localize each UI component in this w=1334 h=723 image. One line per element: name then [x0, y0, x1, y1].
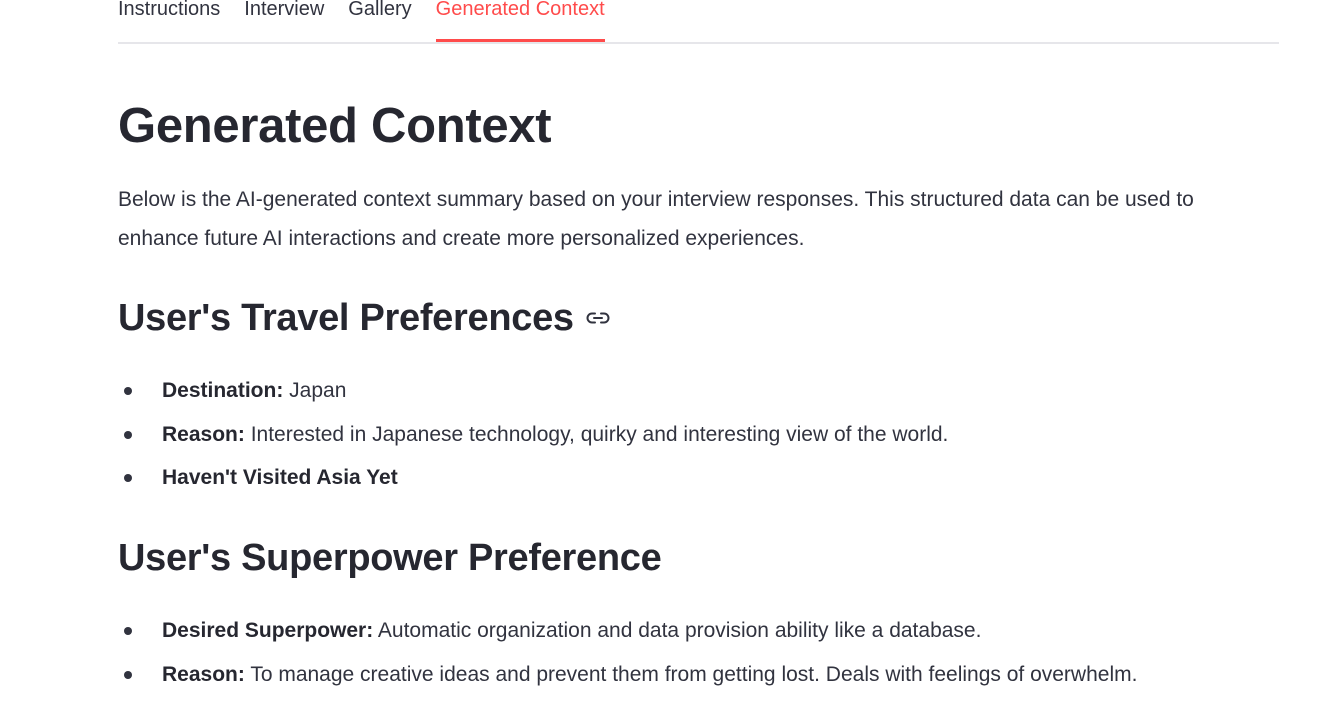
tab-instructions[interactable]: Instructions [118, 0, 220, 39]
list-item: Destination: Japan [118, 369, 948, 413]
section-heading-text: User's Superpower Preference [118, 537, 662, 579]
list-item: Desired Superpower: Automatic organizati… [118, 609, 1137, 653]
tab-gallery[interactable]: Gallery [348, 0, 411, 39]
item-label: Reason: [162, 662, 245, 686]
main-content: Instructions Interview Gallery Generated… [118, 0, 1279, 686]
item-text: Interested in Japanese technology, quirk… [244, 422, 949, 446]
item-label: Desired Superpower: [162, 619, 374, 642]
item-text: Japan [283, 379, 347, 402]
superpower-preference-list: Desired Superpower: Automatic organizati… [118, 609, 1137, 696]
item-text: To manage creative ideas and prevent the… [244, 662, 1138, 686]
list-item: Reason: Interested in Japanese technolog… [118, 413, 948, 457]
item-label: Haven't Visited Asia Yet [162, 466, 398, 489]
tab-generated-context[interactable]: Generated Context [435, 0, 605, 42]
link-icon[interactable] [586, 311, 610, 325]
intro-text: Below is the AI-generated context summar… [118, 188, 1194, 250]
superpower-preference-heading: User's Superpower Preference [118, 535, 662, 581]
item-label: Destination: [162, 379, 284, 402]
travel-preferences-heading: User's Travel Preferences [118, 295, 610, 341]
list-item: Reason: To manage creative ideas and pre… [118, 653, 1137, 697]
travel-preferences-list: Destination: Japan Reason: Interested in… [118, 369, 948, 500]
tab-bar: Instructions Interview Gallery Generated… [118, 0, 1279, 44]
page-title: Generated Context [118, 99, 552, 153]
item-label: Reason: [162, 422, 245, 446]
tab-interview[interactable]: Interview [244, 0, 324, 39]
section-heading-text: User's Travel Preferences [118, 297, 574, 339]
list-item: Haven't Visited Asia Yet [118, 456, 948, 500]
item-text: Automatic organization and data provisio… [373, 619, 982, 642]
